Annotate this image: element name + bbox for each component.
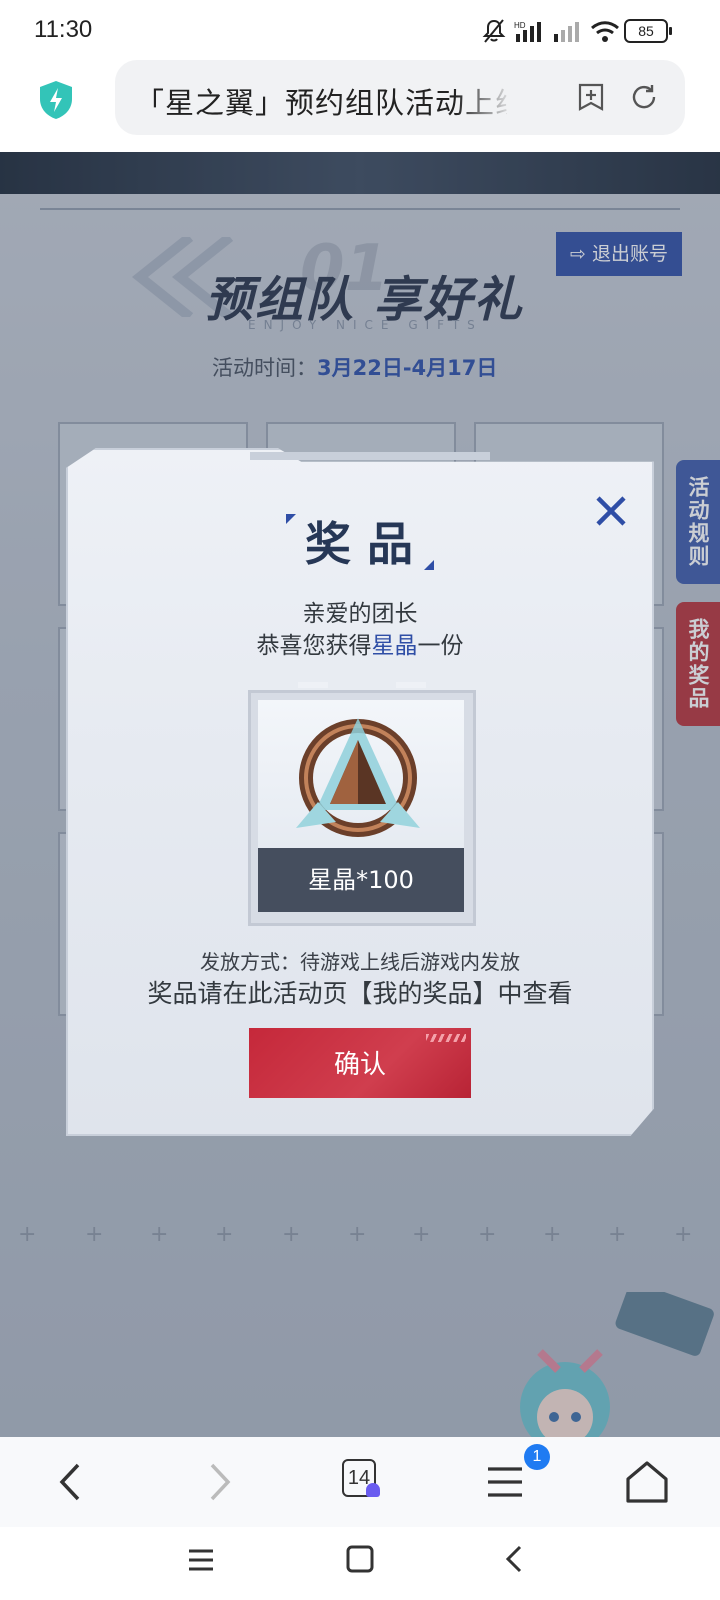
security-shield-icon[interactable] [38, 80, 74, 120]
forward-icon[interactable] [194, 1457, 244, 1507]
menu-badge: 1 [524, 1444, 550, 1470]
menu-icon[interactable] [480, 1457, 530, 1507]
prize-label: 星晶*100 [258, 848, 464, 912]
prize-notice: 奖品请在此活动页【我的奖品】中查看 [147, 979, 573, 1008]
home-nav-icon[interactable] [344, 1543, 376, 1575]
greeting-text: 亲爱的团长 [302, 601, 418, 627]
address-bar: 「星之翼」预约组队活动上线 [0, 60, 720, 152]
wifi-icon [591, 21, 619, 42]
signal-hd-icon: HD [514, 21, 541, 42]
reload-icon[interactable] [629, 82, 659, 112]
system-nav-bar [0, 1527, 720, 1600]
star-crystal-icon [296, 718, 420, 837]
battery-indicator: 85 [624, 19, 672, 43]
svg-text:HD: HD [514, 21, 526, 30]
prize-image [258, 700, 464, 848]
status-time: 11:30 [34, 16, 93, 43]
url-field[interactable]: 「星之翼」预约组队活动上线 [115, 60, 685, 135]
recent-apps-icon[interactable] [186, 1545, 216, 1575]
prize-name: 星晶 [371, 633, 418, 659]
signal-weak-icon [554, 22, 579, 42]
close-icon[interactable] [594, 494, 628, 528]
modal-title: 奖品 [305, 517, 429, 571]
status-bar: 11:30 HD 85 [0, 0, 720, 60]
url-text[interactable]: 「星之翼」预约组队活动上线 [135, 80, 507, 116]
mute-icon [482, 19, 506, 43]
ghost-icon [366, 1483, 380, 1497]
add-bookmark-icon[interactable] [577, 82, 605, 112]
back-nav-icon[interactable] [500, 1543, 528, 1575]
browser-toolbar: 14 [0, 1437, 720, 1527]
back-icon[interactable] [46, 1457, 96, 1507]
home-icon[interactable] [622, 1457, 672, 1507]
congrats-text: 恭喜您获得星晶一份 [256, 633, 464, 659]
delivery-method: 发放方式：待游戏上线后游戏内发放 [200, 950, 520, 974]
